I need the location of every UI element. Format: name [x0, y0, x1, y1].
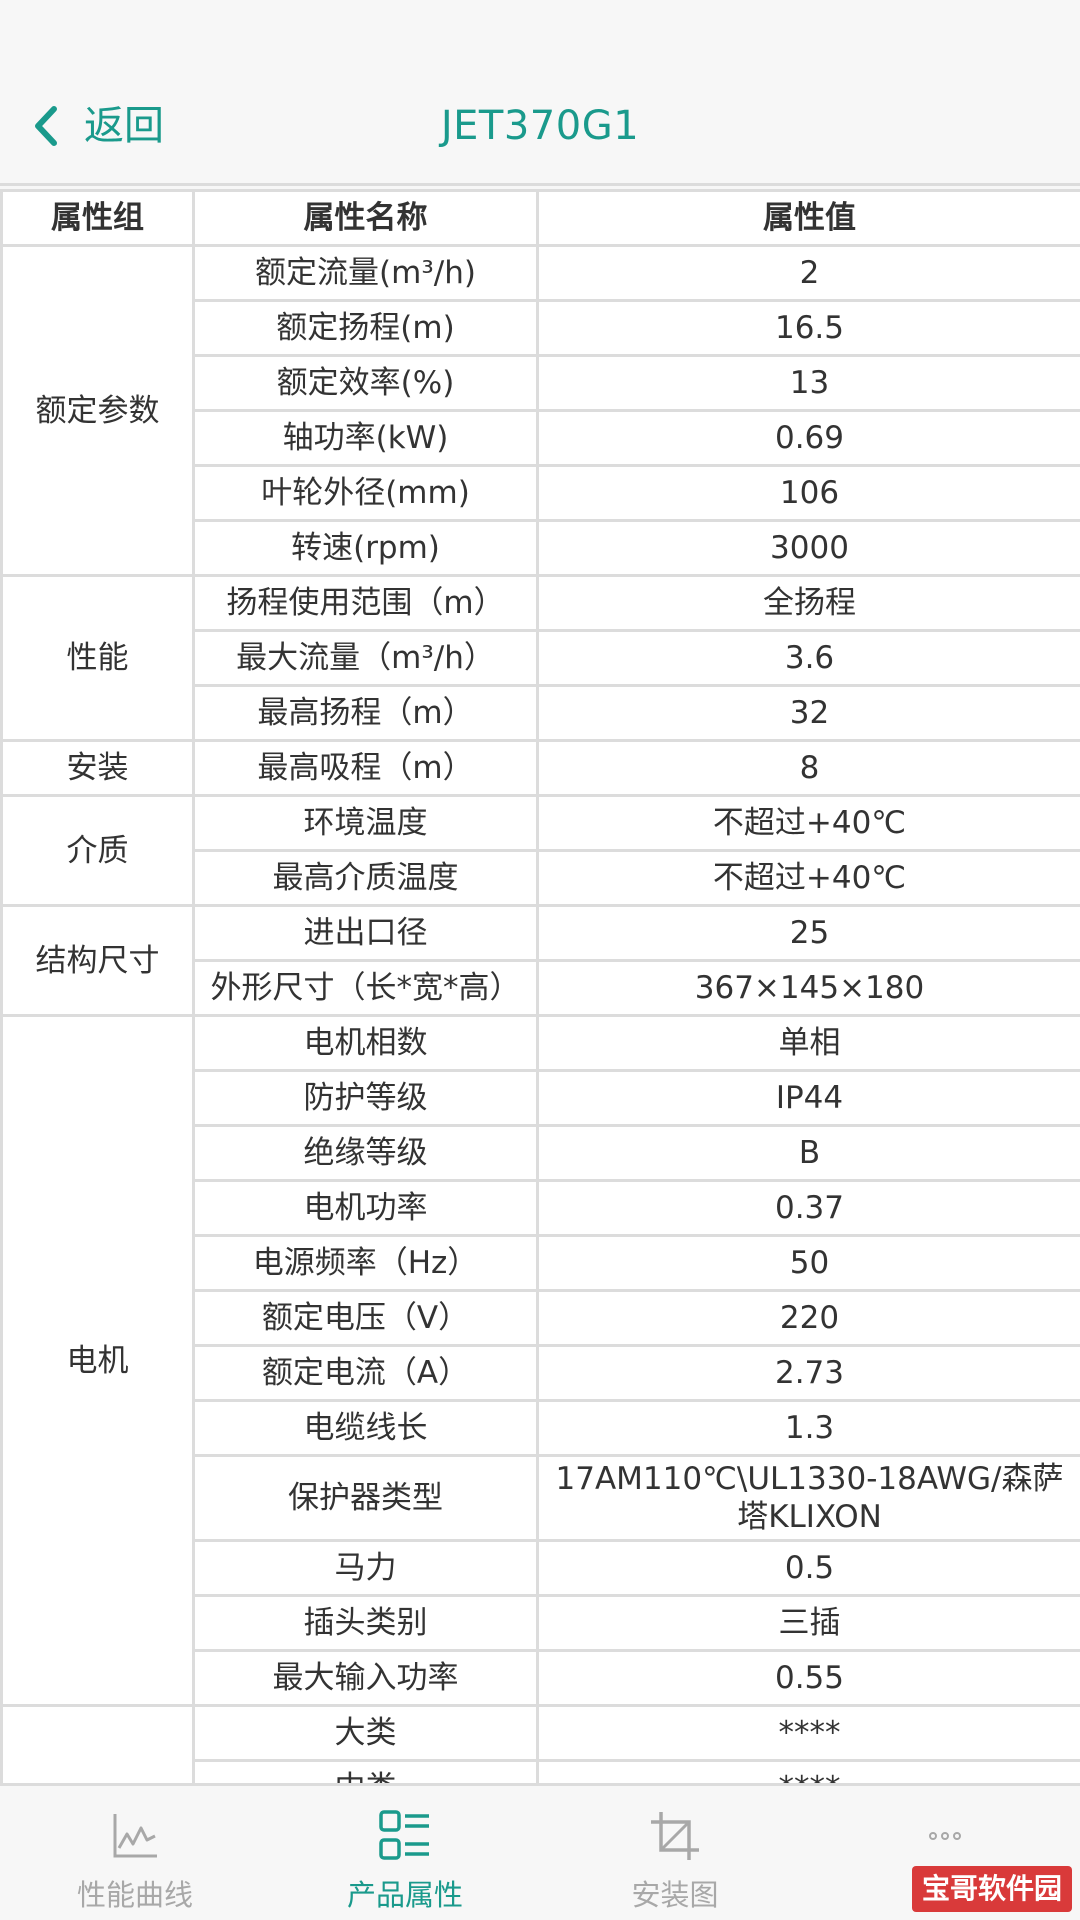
attribute-name-cell: 电缆线长: [192, 1399, 539, 1457]
attribute-value-cell: 0.5: [536, 1539, 1080, 1597]
attribute-name-cell: 最大输入功率: [192, 1649, 539, 1707]
attribute-name-cell: 最大流量（m³/h）: [192, 629, 539, 687]
attribute-value-cell: 2.73: [536, 1344, 1080, 1402]
table-row: 电机 电机相数 单相: [0, 1014, 1080, 1707]
table-row: 安装 最高吸程（m） 8: [0, 739, 1080, 797]
app-header: 返回 JET370G1: [0, 0, 1080, 186]
attribute-value-cell: 不超过+40℃: [536, 849, 1080, 907]
attribute-name-cell: 额定电压（V）: [192, 1289, 539, 1347]
crop-icon: [651, 1812, 699, 1860]
attribute-name-cell: 大类: [192, 1704, 539, 1762]
bottom-tab-bar: 性能曲线 产品属性 安装图 更多 宝哥软件园: [0, 1783, 1080, 1920]
attribute-name-cell: 扬程使用范围（m）: [192, 574, 539, 632]
tab-installation-drawing[interactable]: 安装图: [540, 1786, 810, 1920]
tab-performance-curve[interactable]: 性能曲线: [0, 1786, 270, 1920]
page-title: JET370G1: [440, 103, 640, 149]
attribute-name-cell: 叶轮外径(mm): [192, 464, 539, 522]
attribute-group-cell: [0, 1704, 195, 1783]
attribute-name-cell: 额定扬程(m): [192, 299, 539, 357]
attribute-name-cell: 绝缘等级: [192, 1124, 539, 1182]
attribute-name-cell: 插头类别: [192, 1594, 539, 1652]
attribute-value-cell: 3.6: [536, 629, 1080, 687]
attribute-name-cell: 马力: [192, 1539, 539, 1597]
attribute-name-cell: 防护等级: [192, 1069, 539, 1127]
chart-line-icon: [113, 1814, 157, 1858]
attribute-value-cell: 8: [536, 739, 1080, 797]
header-name: 属性名称: [192, 189, 539, 247]
attribute-value-cell: ****: [536, 1704, 1080, 1762]
attribute-group-cell: 性能: [0, 574, 195, 742]
attribute-name-cell: 轴功率(kW): [192, 409, 539, 467]
attribute-value-cell: 2: [536, 244, 1080, 302]
header-value: 属性值: [536, 189, 1080, 247]
attribute-name-cell: 电机功率: [192, 1179, 539, 1237]
attribute-value-cell: 17AM110℃\UL1330-18AWG/森萨塔KLIXON: [536, 1454, 1080, 1542]
tab-label: 产品属性: [346, 1878, 463, 1912]
attribute-value-cell: 三插: [536, 1594, 1080, 1652]
attribute-value-cell: 0.55: [536, 1649, 1080, 1707]
attribute-table: 属性组 属性名称 属性值 额定参数 额定流量(m³/h) 2 额定扬程(m) 16.5 额…: [0, 189, 1080, 1783]
attribute-name-cell: 电源频率（Hz）: [192, 1234, 539, 1292]
attribute-group-cell: 介质: [0, 794, 195, 907]
attribute-name-cell: 外形尺寸（长*宽*高）: [192, 959, 539, 1017]
attribute-name-cell: 保护器类型: [192, 1454, 539, 1542]
tab-product-attributes[interactable]: 产品属性: [270, 1786, 540, 1920]
attribute-name-cell: 额定电流（A）: [192, 1344, 539, 1402]
attribute-value-cell: 0.69: [536, 409, 1080, 467]
attribute-value-cell: 50: [536, 1234, 1080, 1292]
attribute-group-cell: 结构尺寸: [0, 904, 195, 1017]
attribute-value-cell: 16.5: [536, 299, 1080, 357]
more-icon: [929, 1832, 961, 1840]
attribute-name-cell: 电机相数: [192, 1014, 539, 1072]
attribute-group-cell: 安装: [0, 739, 195, 797]
attribute-value-cell: 13: [536, 354, 1080, 412]
table-body: 额定参数 额定流量(m³/h) 2 额定扬程(m) 16.5 额定效率(%) 13 轴功率(k…: [0, 244, 1080, 1783]
attribute-name-cell: 最高吸程（m）: [192, 739, 539, 797]
table-row: 额定参数 额定流量(m³/h) 2: [0, 244, 1080, 577]
attribute-value-cell: ****: [536, 1759, 1080, 1783]
table-row: 结构尺寸 进出口径 25: [0, 904, 1080, 1017]
attribute-value-cell: 25: [536, 904, 1080, 962]
attribute-name-cell: 额定流量(m³/h): [192, 244, 539, 302]
attribute-value-cell: 不超过+40℃: [536, 794, 1080, 852]
watermark-logo: 宝哥软件园: [911, 1866, 1072, 1912]
attribute-value-cell: 1.3: [536, 1399, 1080, 1457]
attribute-value-cell: 367×145×180: [536, 959, 1080, 1017]
attribute-group-cell: 额定参数: [0, 244, 195, 577]
table-row: 性能 扬程使用范围（m） 全扬程: [0, 574, 1080, 742]
attribute-name-cell: 转速(rpm): [192, 519, 539, 577]
table-header-row: 属性组 属性名称 属性值: [0, 189, 1080, 247]
attribute-value-cell: 220: [536, 1289, 1080, 1347]
table-row: 介质 环境温度 不超过+40℃: [0, 794, 1080, 907]
attribute-value-cell: IP44: [536, 1069, 1080, 1127]
header-group: 属性组: [0, 189, 195, 247]
attribute-value-cell: 3000: [536, 519, 1080, 577]
attribute-name-cell: 额定效率(%): [192, 354, 539, 412]
attribute-value-cell: 全扬程: [536, 574, 1080, 632]
attribute-value-cell: B: [536, 1124, 1080, 1182]
list-icon: [379, 1810, 429, 1860]
attribute-value-cell: 0.37: [536, 1179, 1080, 1237]
attribute-name-cell: 最高介质温度: [192, 849, 539, 907]
tab-label: 性能曲线: [76, 1878, 193, 1912]
tab-label: 安装图: [631, 1878, 719, 1912]
attribute-name-cell: 最高扬程（m）: [192, 684, 539, 742]
table-row: 大类 ****: [0, 1704, 1080, 1783]
attribute-value-cell: 单相: [536, 1014, 1080, 1072]
attribute-value-cell: 106: [536, 464, 1080, 522]
attribute-table-container[interactable]: 属性组 属性名称 属性值 额定参数 额定流量(m³/h) 2 额定扬程(m) 16.5 额…: [0, 189, 1080, 1783]
attribute-value-cell: 32: [536, 684, 1080, 742]
attribute-name-cell: 环境温度: [192, 794, 539, 852]
attribute-name-cell: 中类: [192, 1759, 539, 1783]
attribute-name-cell: 进出口径: [192, 904, 539, 962]
attribute-group-cell: 电机: [0, 1014, 195, 1707]
